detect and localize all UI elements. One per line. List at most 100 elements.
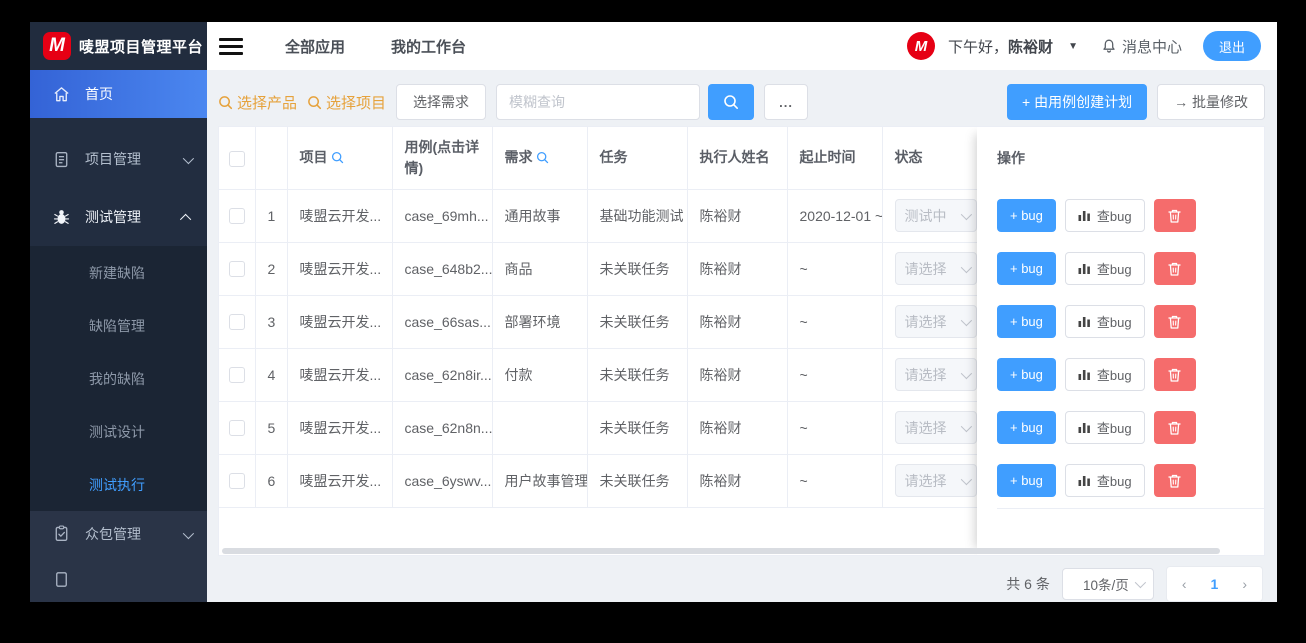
sidebar-item-label: 测试管理 [85, 209, 141, 225]
chevron-down-icon [960, 367, 972, 379]
chevron-down-icon [182, 151, 195, 167]
status-value: 请选择 [904, 313, 947, 330]
view-bug-button[interactable]: 查bug [1064, 411, 1145, 444]
sidebar-item-test-execution[interactable]: 测试执行 [30, 458, 207, 511]
col-requirement-label: 需求 [504, 149, 533, 166]
sidebar-item-test-design[interactable]: 测试设计 [30, 405, 207, 458]
row-checkbox[interactable] [228, 261, 245, 278]
logout-button[interactable]: 退出 [1202, 31, 1261, 61]
row-checkbox[interactable] [228, 208, 245, 225]
chevron-down-icon[interactable]: ▼ [1068, 41, 1078, 52]
add-bug-button[interactable]: + bug [997, 305, 1056, 338]
hamburger-menu-icon[interactable] [219, 37, 243, 55]
status-select[interactable]: 请选择 [894, 464, 977, 497]
view-bug-button[interactable]: 查bug [1064, 252, 1145, 285]
row-checkbox[interactable] [228, 367, 245, 384]
view-bug-label: 查bug [1096, 209, 1132, 224]
add-bug-button[interactable]: + bug [997, 464, 1056, 497]
select-project-link[interactable]: 选择项目 [307, 92, 386, 113]
app-title: 唛盟项目管理平台 [79, 38, 204, 56]
select-product-label: 选择产品 [237, 94, 298, 112]
avatar[interactable]: M [907, 32, 936, 60]
bar-chart-icon [1078, 264, 1090, 274]
cell-time: ~ [787, 242, 883, 296]
cell-case[interactable]: case_66sas... [392, 295, 493, 349]
cell-time: 2020-12-01 ~ 20 [787, 189, 883, 243]
status-select[interactable]: 请选择 [894, 358, 977, 391]
top-bar-main: 全部应用 我的工作台 M 下午好，陈裕财 ▼ 消息中心 退出 [207, 22, 1277, 70]
sidebar-item-home[interactable]: 首页 [30, 70, 207, 118]
cell-requirement: 用户故事管理 [492, 454, 588, 508]
main-content: 选择产品 选择项目 选择需求 ... + 由用例创建计划 → 批量修改 [207, 70, 1277, 602]
view-bug-button[interactable]: 查bug [1064, 199, 1145, 232]
next-page-button[interactable]: › [1242, 576, 1247, 592]
status-select[interactable]: 请选择 [894, 305, 977, 338]
delete-button[interactable] [1153, 252, 1196, 285]
row-checkbox[interactable] [228, 473, 245, 490]
add-bug-button[interactable]: + bug [997, 358, 1056, 391]
cell-case[interactable]: case_6yswv... [392, 454, 493, 508]
search-icon[interactable] [536, 151, 549, 164]
status-select[interactable]: 测试中 [894, 199, 977, 232]
operations-row: + bug 查bug [997, 348, 1264, 401]
cell-case[interactable]: case_62n8n... [392, 401, 493, 455]
cell-executor: 陈裕财 [687, 348, 788, 402]
delete-button[interactable] [1153, 199, 1196, 232]
delete-button[interactable] [1153, 305, 1196, 338]
search-icon[interactable] [331, 151, 344, 164]
cell-case[interactable]: case_69mh... [392, 189, 493, 243]
bar-chart-icon [1078, 317, 1090, 327]
sidebar-item-project-mgmt[interactable]: 项目管理 [30, 130, 207, 188]
message-center[interactable]: 消息中心 [1101, 36, 1182, 57]
view-bug-button[interactable]: 查bug [1064, 358, 1145, 391]
sidebar-item-new-defect[interactable]: 新建缺陷 [30, 246, 207, 299]
cell-project: 唛盟云开发... [287, 401, 393, 455]
prev-page-button[interactable]: ‹ [1182, 576, 1187, 592]
sidebar-item-partial[interactable] [30, 557, 207, 603]
batch-edit-button[interactable]: → 批量修改 [1157, 84, 1265, 120]
cell-requirement: 商品 [492, 242, 588, 296]
view-bug-button[interactable]: 查bug [1064, 464, 1145, 497]
delete-button[interactable] [1153, 358, 1196, 391]
sidebar-item-test-mgmt[interactable]: 测试管理 [30, 188, 207, 246]
add-bug-button[interactable]: + bug [997, 252, 1056, 285]
select-requirement-button[interactable]: 选择需求 [396, 84, 487, 120]
sidebar-item-label: 首页 [85, 86, 113, 102]
nav-all-apps[interactable]: 全部应用 [285, 36, 345, 57]
cell-requirement: 部署环境 [492, 295, 588, 349]
view-bug-button[interactable]: 查bug [1064, 305, 1145, 338]
cell-case[interactable]: case_648b2... [392, 242, 493, 296]
sidebar-item-crowd-mgmt[interactable]: 众包管理 [30, 511, 207, 557]
select-all-checkbox[interactable] [228, 150, 245, 167]
current-page[interactable]: 1 [1211, 576, 1219, 592]
status-select[interactable]: 请选择 [894, 252, 977, 285]
add-bug-button[interactable]: + bug [997, 411, 1056, 444]
greeting-text[interactable]: 下午好，陈裕财 [948, 36, 1053, 57]
total-count: 共 6 条 [1006, 576, 1050, 592]
horizontal-scrollbar[interactable] [222, 548, 1220, 554]
select-product-link[interactable]: 选择产品 [218, 92, 297, 113]
view-bug-label: 查bug [1096, 315, 1132, 330]
sidebar-item-defect-mgmt[interactable]: 缺陷管理 [30, 299, 207, 352]
fuzzy-search-input[interactable] [496, 84, 701, 120]
nav-my-workbench[interactable]: 我的工作台 [391, 36, 466, 57]
cell-index: 3 [255, 295, 288, 349]
test-case-table-card: 项目 用例(点击详情) 需求 任务 执行人姓名 起止时间 状态 1 唛盟云开发.… [218, 126, 1265, 556]
add-bug-button[interactable]: + bug [997, 199, 1056, 232]
status-select[interactable]: 请选择 [894, 411, 977, 444]
cell-executor: 陈裕财 [687, 242, 788, 296]
delete-button[interactable] [1153, 464, 1196, 497]
sidebar-submenu-test: 新建缺陷 缺陷管理 我的缺陷 测试设计 测试执行 [30, 246, 207, 511]
row-checkbox[interactable] [228, 420, 245, 437]
more-actions-button[interactable]: ... [764, 84, 809, 120]
cell-case[interactable]: case_62n8ir... [392, 348, 493, 402]
view-bug-label: 查bug [1096, 262, 1132, 277]
status-value: 请选择 [904, 472, 947, 489]
sidebar-item-my-defects[interactable]: 我的缺陷 [30, 352, 207, 405]
search-button[interactable] [708, 84, 755, 120]
search-icon [724, 95, 739, 109]
create-plan-button[interactable]: + 由用例创建计划 [1007, 84, 1148, 120]
row-checkbox[interactable] [228, 314, 245, 331]
page-size-select[interactable]: 10条/页 [1061, 568, 1154, 600]
delete-button[interactable] [1153, 411, 1196, 444]
